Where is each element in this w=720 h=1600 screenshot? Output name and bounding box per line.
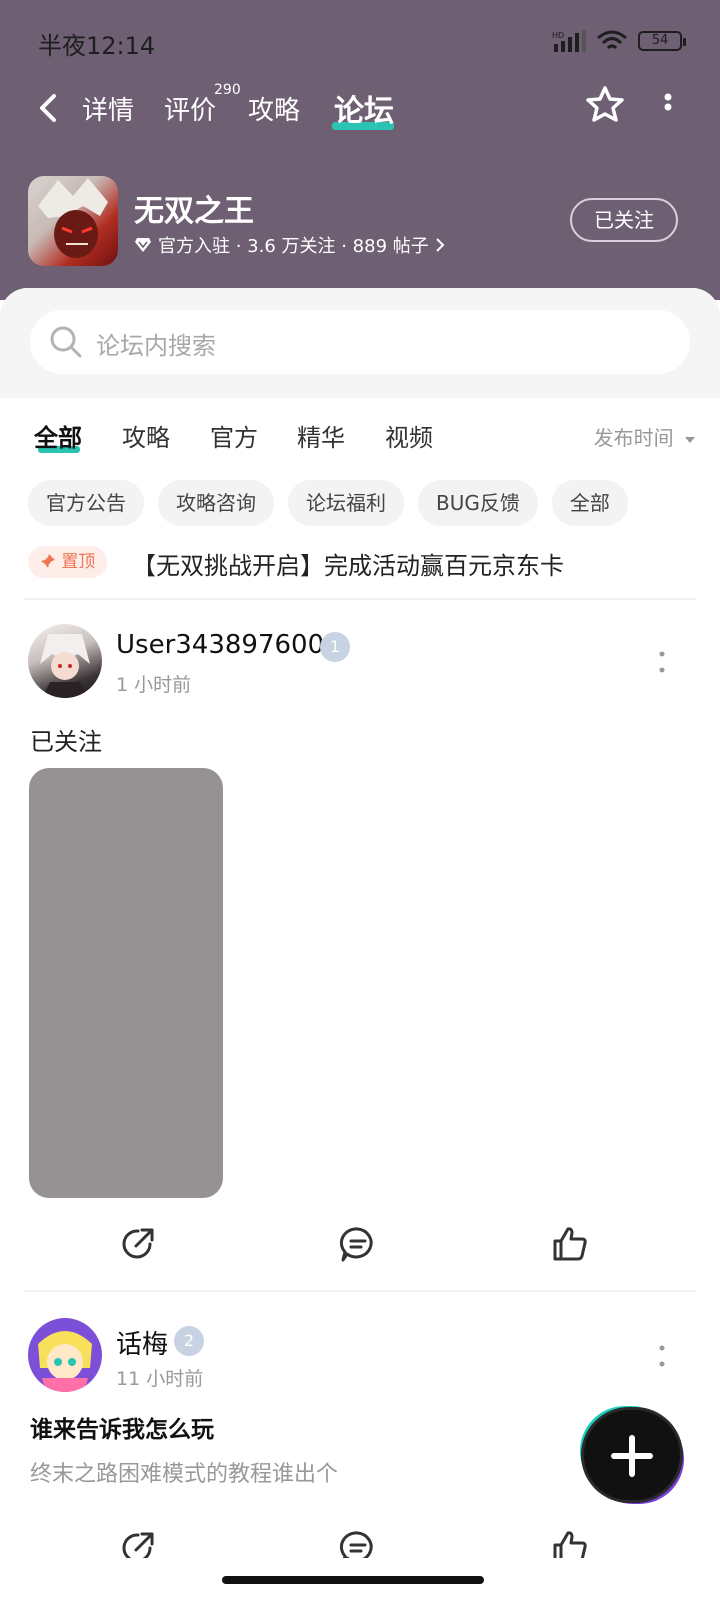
pin-icon xyxy=(41,554,55,568)
like-icon[interactable] xyxy=(550,1528,590,1558)
game-meta-text: 官方入驻 · 3.6 万关注 · 889 帖子 xyxy=(158,236,429,257)
post-title: 谁来告诉我怎么玩 xyxy=(30,1417,214,1443)
avatar-image-icon xyxy=(40,634,90,698)
tab-details[interactable]: 详情 xyxy=(82,90,134,127)
divider xyxy=(24,598,696,600)
post-time: 11 小时前 xyxy=(116,1368,204,1390)
search-icon xyxy=(50,326,82,358)
avatar-image-icon xyxy=(38,1331,92,1392)
post-more-icon[interactable] xyxy=(656,1344,668,1368)
sort-dropdown[interactable]: 发布时间 xyxy=(594,422,696,451)
star-icon[interactable] xyxy=(584,84,626,126)
avatar[interactable] xyxy=(28,1318,102,1392)
home-indicator[interactable] xyxy=(222,1576,484,1584)
game-icon[interactable] xyxy=(28,176,118,266)
tab-strategy[interactable]: 攻略 xyxy=(122,418,170,453)
search-area: 论坛内搜索 xyxy=(0,288,720,398)
post-actions xyxy=(0,1224,720,1264)
chip-official-notice[interactable]: 官方公告 xyxy=(28,480,144,526)
status-icons: HD 54 xyxy=(552,30,686,52)
post-time: 1 小时前 xyxy=(116,674,192,696)
share-icon[interactable] xyxy=(118,1224,158,1264)
top-nav: 详情 评价 290 攻略 论坛 xyxy=(0,80,720,136)
back-arrow-icon[interactable] xyxy=(30,88,66,128)
caret-down-icon xyxy=(685,437,695,443)
share-icon[interactable] xyxy=(118,1528,158,1558)
divider xyxy=(24,1290,696,1292)
comment-icon[interactable] xyxy=(338,1528,378,1558)
username[interactable]: 话梅 xyxy=(116,1324,168,1361)
tab-video[interactable]: 视频 xyxy=(385,418,433,453)
user-level-badge: 1 xyxy=(320,632,350,662)
like-icon[interactable] xyxy=(550,1224,590,1264)
more-menu-icon[interactable] xyxy=(658,92,678,122)
wifi-icon xyxy=(597,30,627,50)
search-placeholder: 论坛内搜索 xyxy=(96,332,216,360)
battery-icon: 54 xyxy=(638,31,686,51)
chevron-right-icon xyxy=(436,238,445,252)
post-text: 已关注 xyxy=(30,728,102,756)
pinned-post[interactable]: 置顶 【无双挑战开启】完成活动赢百元京东卡 xyxy=(28,538,692,598)
chip-strategy-help[interactable]: 攻略咨询 xyxy=(158,480,274,526)
post-more-icon[interactable] xyxy=(656,650,668,674)
plus-icon xyxy=(611,1435,653,1477)
reviews-count-badge: 290 xyxy=(214,82,241,98)
chip-forum-perks[interactable]: 论坛福利 xyxy=(288,480,404,526)
tab-guides[interactable]: 攻略 xyxy=(248,90,300,127)
status-time: 半夜12:14 xyxy=(38,32,156,60)
game-info: 无双之王 官方入驻 · 3.6 万关注 · 889 帖子 已关注 xyxy=(28,176,692,268)
post-excerpt: 终末之路困难模式的教程谁出个 xyxy=(30,1462,339,1487)
pinned-badge: 置顶 xyxy=(28,546,108,578)
tab-reviews[interactable]: 评价 xyxy=(164,90,216,127)
topic-chips: 官方公告 攻略咨询 论坛福利 BUG反馈 全部 xyxy=(28,480,628,526)
post-actions xyxy=(0,1528,720,1558)
create-post-button[interactable] xyxy=(584,1410,680,1500)
game-artwork-icon xyxy=(38,178,108,258)
game-title: 无双之王 xyxy=(134,194,254,229)
cellular-signal-icon: HD xyxy=(552,30,586,52)
tab-official[interactable]: 官方 xyxy=(210,418,258,453)
tab-featured[interactable]: 精华 xyxy=(297,418,345,453)
pinned-label: 置顶 xyxy=(61,552,96,572)
username[interactable]: User343897600 xyxy=(116,630,324,660)
status-bar: 半夜12:14 HD 54 xyxy=(0,0,720,80)
game-meta[interactable]: 官方入驻 · 3.6 万关注 · 889 帖子 xyxy=(134,232,445,258)
pinned-title: 【无双挑战开启】完成活动赢百元京东卡 xyxy=(132,552,564,580)
avatar[interactable] xyxy=(28,624,102,698)
post-image[interactable] xyxy=(29,768,223,1198)
comment-icon[interactable] xyxy=(338,1224,378,1264)
search-input[interactable]: 论坛内搜索 xyxy=(30,310,690,374)
user-level-badge: 2 xyxy=(174,1326,204,1356)
header: 半夜12:14 HD 54 详情 评价 290 攻略 论坛 无双之王 官方入驻 … xyxy=(0,0,720,300)
chip-all[interactable]: 全部 xyxy=(551,480,628,526)
sort-label: 发布时间 xyxy=(593,426,674,450)
tab-all[interactable]: 全部 xyxy=(34,418,82,453)
diamond-verified-icon xyxy=(135,238,151,252)
follow-button[interactable]: 已关注 xyxy=(570,198,678,242)
svg-text:HD: HD xyxy=(552,31,564,40)
tab-forum[interactable]: 论坛 xyxy=(334,86,394,130)
post-card[interactable]: User343897600 1 1 小时前 已关注 xyxy=(0,624,720,1284)
chip-bug-report[interactable]: BUG反馈 xyxy=(418,480,538,526)
category-tabs: 全部 攻略 官方 精华 视频 发布时间 xyxy=(0,408,720,468)
forum-sheet: 论坛内搜索 全部 攻略 官方 精华 视频 发布时间 官方公告 攻略咨询 论坛福利… xyxy=(0,288,720,1600)
